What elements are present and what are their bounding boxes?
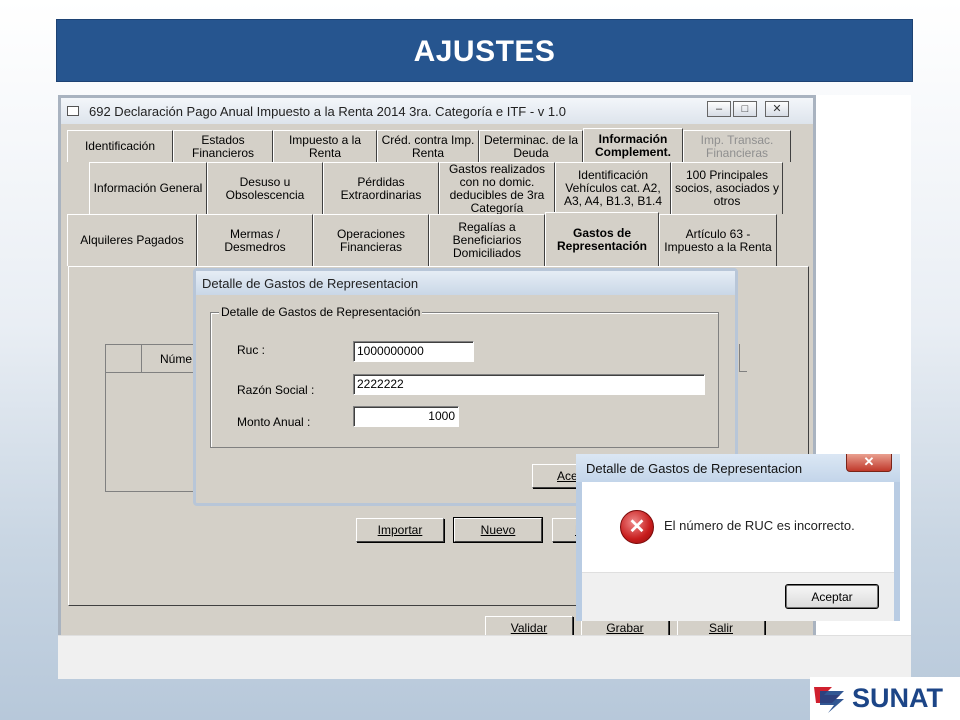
tab-label: Imp. Transac. Financieras	[700, 132, 774, 160]
tab-identificacion[interactable]: Identificación	[67, 130, 173, 162]
tab-impuesto-renta[interactable]: Impuesto a la Renta	[273, 130, 377, 162]
tab-label: Créd. contra Imp. Renta	[381, 132, 475, 160]
tab-label: Artículo 63 - Impuesto a la Renta	[664, 226, 772, 254]
importar-label: Importar	[377, 523, 423, 537]
app-icon	[67, 106, 79, 116]
detail-accept-label: Ace	[557, 469, 578, 483]
tab-gastos-representacion[interactable]: Gastos de Representación	[545, 212, 659, 266]
maximize-button[interactable]: □	[733, 101, 757, 117]
tab-cred-contra-imp[interactable]: Créd. contra Imp. Renta	[377, 130, 479, 162]
razon-social-input[interactable]: 2222222	[353, 374, 705, 395]
tab-label: Gastos de Representación	[556, 225, 648, 253]
tab-label: Gastos realizados con no domic. deducibl…	[448, 161, 546, 215]
tab-informacion-complement[interactable]: Información Complement.	[583, 128, 683, 162]
data-grid[interactable]: Núme	[105, 344, 196, 492]
tab-imp-transac[interactable]: Imp. Transac. Financieras	[683, 130, 791, 162]
ruc-label: Ruc :	[237, 343, 266, 357]
aceptar-label: Aceptar	[811, 590, 853, 604]
desktop-strip	[58, 635, 911, 679]
detail-group-label: Detalle de Gastos de Representación	[219, 305, 423, 319]
tab-label: Identificación	[84, 139, 156, 153]
tab-operaciones-financieras[interactable]: Operaciones Financieras	[313, 214, 429, 266]
monto-anual-label: Monto Anual :	[237, 415, 311, 429]
tab-perdidas[interactable]: Pérdidas Extraordinarias	[323, 162, 439, 214]
importar-button[interactable]: Importar	[356, 518, 444, 542]
error-dialog-titlebar: Detalle de Gastos de Representacion ✕	[576, 454, 900, 482]
close-icon[interactable]: ✕	[846, 454, 892, 472]
aceptar-button[interactable]: Aceptar	[785, 584, 879, 609]
nuevo-label: Nuevo	[480, 523, 516, 537]
error-dialog: Detalle de Gastos de Representacion ✕ ✕ …	[576, 454, 900, 621]
tab-articulo-63[interactable]: Artículo 63 - Impuesto a la Renta	[659, 214, 777, 266]
tab-label: Pérdidas Extraordinarias	[340, 174, 422, 202]
slide-title: AJUSTES	[56, 19, 913, 82]
tab-label: Información General	[93, 181, 203, 195]
grabar-label: Grabar	[606, 621, 644, 635]
tab-label: Identificación Vehículos cat. A2, A3, A4…	[563, 168, 663, 208]
tab-gastos-no-domic[interactable]: Gastos realizados con no domic. deducibl…	[439, 162, 555, 214]
grid-header-numero: Núme	[142, 345, 196, 373]
tab-desuso[interactable]: Desuso u Obsolescencia	[207, 162, 323, 214]
tab-label: Determinac. de la Deuda	[483, 132, 579, 160]
tab-label: Impuesto a la Renta	[288, 132, 362, 160]
window-title: 692 Declaración Pago Anual Impuesto a la…	[89, 104, 566, 119]
error-dialog-footer: Aceptar	[582, 572, 894, 621]
tab-label: Información Complement.	[594, 131, 671, 159]
sunat-logo-mark	[814, 686, 844, 713]
tab-informacion-general[interactable]: Información General	[89, 162, 207, 214]
tab-label: Mermas / Desmedros	[224, 226, 286, 254]
salir-label: Salir	[708, 621, 733, 635]
tab-alquileres[interactable]: Alquileres Pagados	[67, 214, 197, 266]
sunat-logo: SUNAT	[810, 677, 960, 720]
window-titlebar: 692 Declaración Pago Anual Impuesto a la…	[61, 98, 813, 124]
tab-regalias[interactable]: Regalías a Beneficiarios Domiciliados	[429, 214, 545, 266]
tab-label: Desuso u Obsolescencia	[225, 174, 305, 202]
tab-label: Operaciones Financieras	[336, 226, 406, 254]
tab-label: Regalías a Beneficiarios Domiciliados	[452, 220, 522, 260]
razon-social-label: Razón Social :	[237, 383, 315, 397]
detail-group: Detalle de Gastos de Representación Ruc …	[210, 305, 719, 448]
grid-row-header	[106, 345, 142, 373]
tab-mermas[interactable]: Mermas / Desmedros	[197, 214, 313, 266]
tab-100-principales[interactable]: 100 Principales socios, asociados y otro…	[671, 162, 783, 214]
minimize-button[interactable]: –	[707, 101, 731, 117]
tab-identificacion-vehiculos[interactable]: Identificación Vehículos cat. A2, A3, A4…	[555, 162, 671, 214]
close-window-button[interactable]: ✕	[765, 101, 789, 117]
error-icon: ✕	[620, 510, 654, 544]
ruc-input[interactable]: 1000000000	[353, 341, 474, 362]
tab-label: Alquileres Pagados	[80, 233, 184, 247]
tab-label: 100 Principales socios, asociados y otro…	[674, 168, 780, 208]
detail-dialog-title: Detalle de Gastos de Representacion	[196, 271, 735, 295]
validar-label: Validar	[510, 621, 548, 635]
error-message: El número de RUC es incorrecto.	[664, 518, 855, 533]
nuevo-button[interactable]: Nuevo	[453, 517, 543, 543]
monto-anual-input[interactable]: 1000	[353, 406, 459, 427]
error-dialog-title: Detalle de Gastos de Representacion	[586, 461, 803, 476]
tab-label: Estados Financieros	[191, 132, 255, 160]
tab-estados-financieros[interactable]: Estados Financieros	[173, 130, 273, 162]
tab-determinac-deuda[interactable]: Determinac. de la Deuda	[479, 130, 583, 162]
grid-header-edge	[739, 344, 747, 372]
sunat-logo-text: SUNAT	[852, 683, 943, 713]
